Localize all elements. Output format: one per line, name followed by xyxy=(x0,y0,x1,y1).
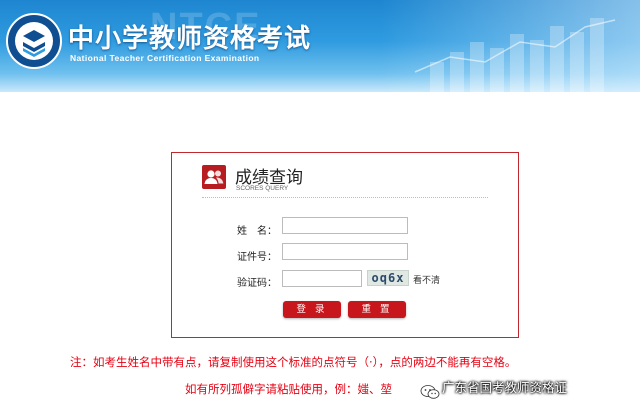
wechat-account-name: 广东省国考教师资格证 xyxy=(442,380,568,395)
rare-char-examples: 媸、堃 xyxy=(357,382,393,396)
captcha-input[interactable] xyxy=(282,270,362,287)
captcha-label: 验证码： xyxy=(237,278,277,289)
id-number-input[interactable] xyxy=(282,243,408,260)
panel-subtitle: SCORES QUERY xyxy=(236,185,289,192)
name-dot-note: 注：如考生姓名中带有点，请复制使用这个标准的点符号（·），点的两边不能再有空格。 xyxy=(70,355,517,369)
site-subtitle: National Teacher Certification Examinati… xyxy=(70,53,260,63)
reset-button[interactable]: 重 置 xyxy=(348,301,406,318)
captcha-image[interactable]: oq6x xyxy=(367,270,409,286)
name-input[interactable] xyxy=(282,217,408,234)
score-query-panel: 成绩查询 SCORES QUERY 姓 名： 证件号： 验证码： oq6x 看不… xyxy=(171,152,519,338)
header-chart-decoration xyxy=(410,12,620,92)
panel-divider xyxy=(202,197,488,198)
rare-char-note-text: 如有所列孤僻字请粘贴使用，例： xyxy=(185,382,358,396)
login-button[interactable]: 登 录 xyxy=(283,301,341,318)
wechat-icon xyxy=(420,381,440,399)
wechat-watermark: 广东省国考教师资格证 xyxy=(420,373,638,403)
name-label: 姓 名： xyxy=(237,226,277,237)
rare-char-note: 如有所列孤僻字请粘贴使用，例：媸、堃 xyxy=(185,381,392,397)
ntce-logo-icon xyxy=(6,13,62,69)
refresh-captcha-link[interactable]: 看不清 xyxy=(413,273,440,286)
bar-decoration-icon xyxy=(414,18,616,92)
header-banner: NTCE 中小学教师资格考试 National Teacher Certific… xyxy=(0,0,640,92)
id-label: 证件号： xyxy=(237,252,277,263)
site-title: 中小学教师资格考试 xyxy=(68,24,312,54)
ntce-logo xyxy=(5,12,63,70)
users-icon xyxy=(202,165,226,189)
